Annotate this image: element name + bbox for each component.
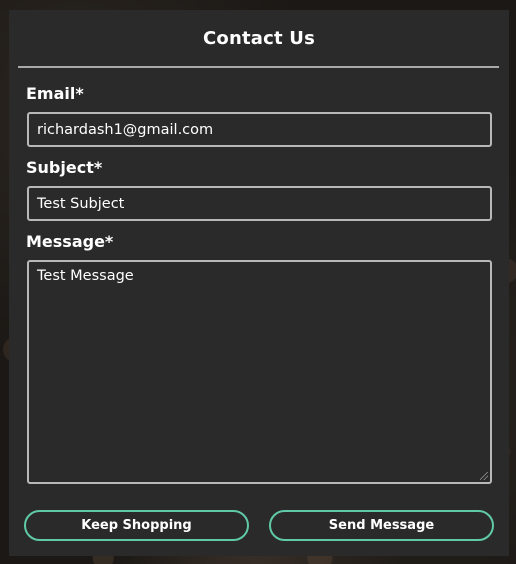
email-field-value: richardash1@gmail.com: [37, 121, 214, 138]
modal-header: Contact Us: [9, 10, 509, 66]
subject-field[interactable]: Test Subject: [27, 186, 492, 221]
message-textarea[interactable]: Test Message: [27, 260, 492, 484]
message-textarea-value: Test Message: [37, 268, 134, 284]
modal-title: Contact Us: [202, 27, 315, 49]
email-label: Email*: [26, 84, 84, 103]
subject-field-value: Test Subject: [37, 195, 125, 212]
keep-shopping-button-label: Keep Shopping: [81, 518, 192, 533]
send-message-button[interactable]: Send Message: [269, 510, 494, 541]
keep-shopping-button[interactable]: Keep Shopping: [24, 510, 249, 541]
email-field[interactable]: richardash1@gmail.com: [27, 112, 492, 147]
contact-modal: Contact Us Email* richardash1@gmail.com …: [9, 10, 509, 556]
resize-grip-icon[interactable]: [480, 472, 488, 480]
message-label: Message*: [26, 232, 114, 251]
subject-label: Subject*: [26, 158, 103, 177]
send-message-button-label: Send Message: [328, 518, 435, 533]
header-divider: [18, 66, 499, 68]
